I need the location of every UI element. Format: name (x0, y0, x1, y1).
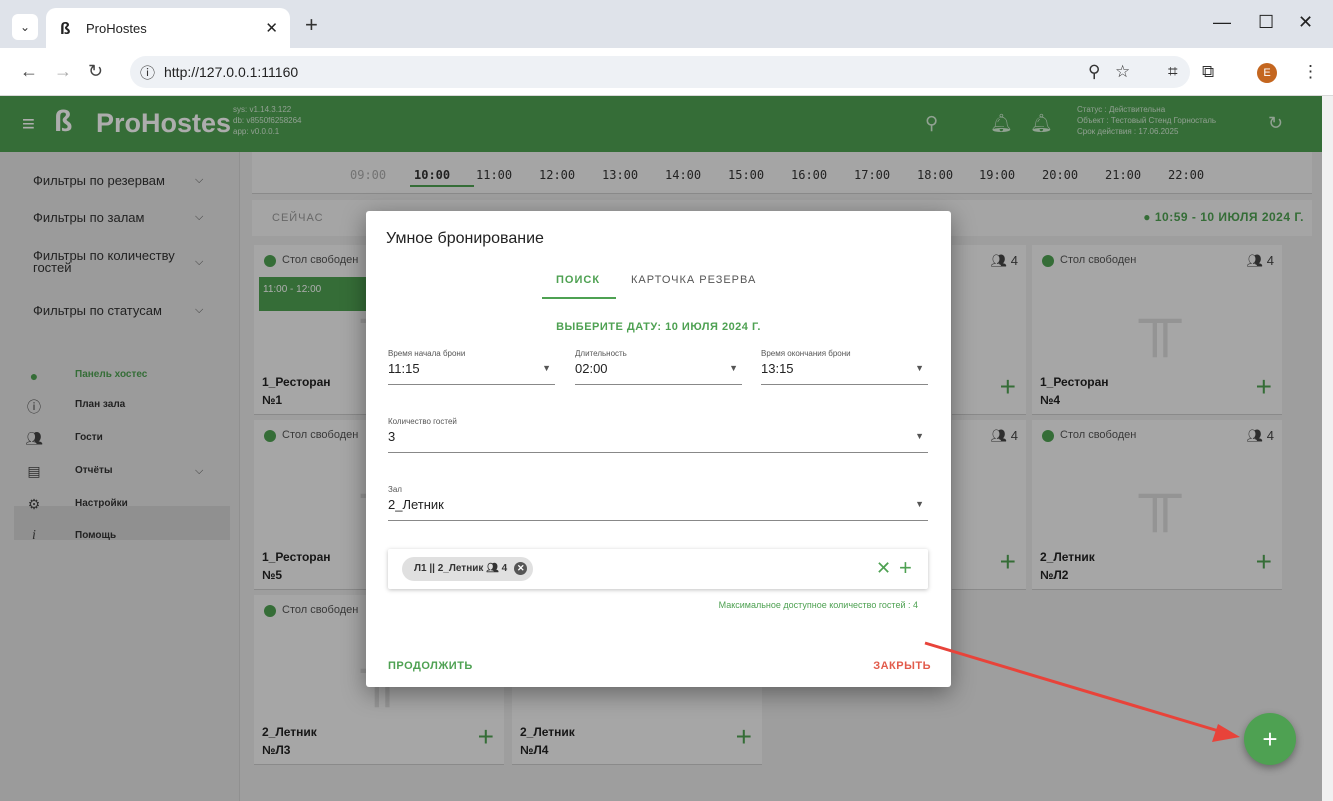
close-window-icon[interactable]: ✕ (1298, 12, 1313, 33)
end-time-value: 13:15 (761, 361, 794, 376)
dropdown-arrow-icon: ▼ (542, 363, 551, 373)
max-guests-hint: Максимальное доступное количество гостей… (718, 600, 918, 610)
page-scrollbar[interactable] (1322, 96, 1333, 801)
url-text: http://127.0.0.1:11160 (164, 64, 299, 80)
start-time-value: 11:15 (388, 361, 420, 376)
forward-icon[interactable]: → (54, 61, 72, 82)
smart-booking-dialog: Умное бронирование ПОИСК КАРТОЧКА РЕЗЕРВ… (366, 211, 951, 687)
end-time-label: Время окончания брони (761, 349, 851, 358)
tab-search[interactable]: ПОИСК (556, 274, 600, 286)
remove-chip-icon[interactable]: ✕ (514, 562, 528, 575)
prohostes-favicon-icon: ß (60, 19, 71, 38)
start-time-select[interactable]: Время начала брони 11:15 ▼ (388, 349, 555, 385)
table-chip[interactable]: Л1 || 2_Летник 👥︎ 4 ✕ (402, 557, 534, 581)
close-tab-icon[interactable]: ✕ (265, 19, 278, 37)
extensions-icon[interactable]: ⧉ (1202, 62, 1214, 82)
tab-title: ProHostes (86, 21, 147, 36)
tab-reservation-card[interactable]: КАРТОЧКА РЕЗЕРВА (631, 274, 756, 286)
duration-label: Длительность (575, 349, 627, 358)
dropdown-arrow-icon: ▼ (915, 431, 924, 441)
browser-tab-bar: ⌄ ß ProHostes ✕ + — ☐ ✕ (0, 0, 1333, 48)
minimize-icon[interactable]: — (1213, 12, 1231, 33)
back-icon[interactable]: ← (20, 61, 38, 82)
screen-capture-icon[interactable]: ⌗ (1168, 62, 1178, 82)
dropdown-arrow-icon: ▼ (729, 363, 738, 373)
start-time-label: Время начала брони (388, 349, 466, 358)
browser-menu-icon[interactable]: ⋮ (1302, 62, 1319, 82)
hall-value: 2_Летник (388, 497, 444, 512)
zoom-icon[interactable]: ⚲ (1088, 62, 1100, 82)
hall-select[interactable]: Зал 2_Летник ▼ (388, 485, 928, 521)
dropdown-arrow-icon: ▼ (915, 499, 924, 509)
select-date-button[interactable]: ВЫБЕРИТЕ ДАТУ: 10 ИЮЛЯ 2024 Г. (366, 321, 951, 333)
guest-count-label: Количество гостей (388, 417, 457, 426)
guest-count-value: 3 (388, 429, 396, 444)
hall-label: Зал (388, 485, 402, 494)
dropdown-arrow-icon: ▼ (915, 363, 924, 373)
address-bar: ← → ↻ ⓘ http://127.0.0.1:11160 ⚲ ☆ ⌗ ⧉ ⋮ (0, 48, 1333, 96)
profile-avatar[interactable]: E (1257, 63, 1277, 83)
guest-count-select[interactable]: Количество гостей 3 ▼ (388, 417, 928, 453)
close-button[interactable]: ЗАКРЫТЬ (873, 660, 931, 672)
url-field[interactable]: ⓘ http://127.0.0.1:11160 (130, 56, 1190, 88)
duration-value: 02:00 (575, 361, 608, 376)
end-time-select[interactable]: Время окончания брони 13:15 ▼ (761, 349, 928, 385)
tab-search-button[interactable]: ⌄ (12, 14, 38, 40)
reload-icon[interactable]: ↻ (88, 61, 103, 82)
continue-button[interactable]: ПРОДОЛЖИТЬ (388, 660, 473, 672)
dialog-title: Умное бронирование (386, 230, 544, 247)
site-info-icon[interactable]: ⓘ (140, 62, 155, 83)
add-table-icon[interactable]: + (899, 555, 912, 581)
maximize-icon[interactable]: ☐ (1258, 12, 1274, 33)
tables-selector[interactable]: Л1 || 2_Летник 👥︎ 4 ✕ ✕ + (388, 549, 928, 589)
duration-select[interactable]: Длительность 02:00 ▼ (575, 349, 742, 385)
browser-tab[interactable]: ß ProHostes ✕ (46, 8, 290, 48)
bookmark-star-icon[interactable]: ☆ (1115, 62, 1130, 82)
new-tab-button[interactable]: + (305, 12, 318, 38)
active-tab-underline (542, 297, 616, 299)
add-fab-button[interactable]: + (1244, 713, 1296, 765)
clear-icon[interactable]: ✕ (876, 558, 891, 579)
